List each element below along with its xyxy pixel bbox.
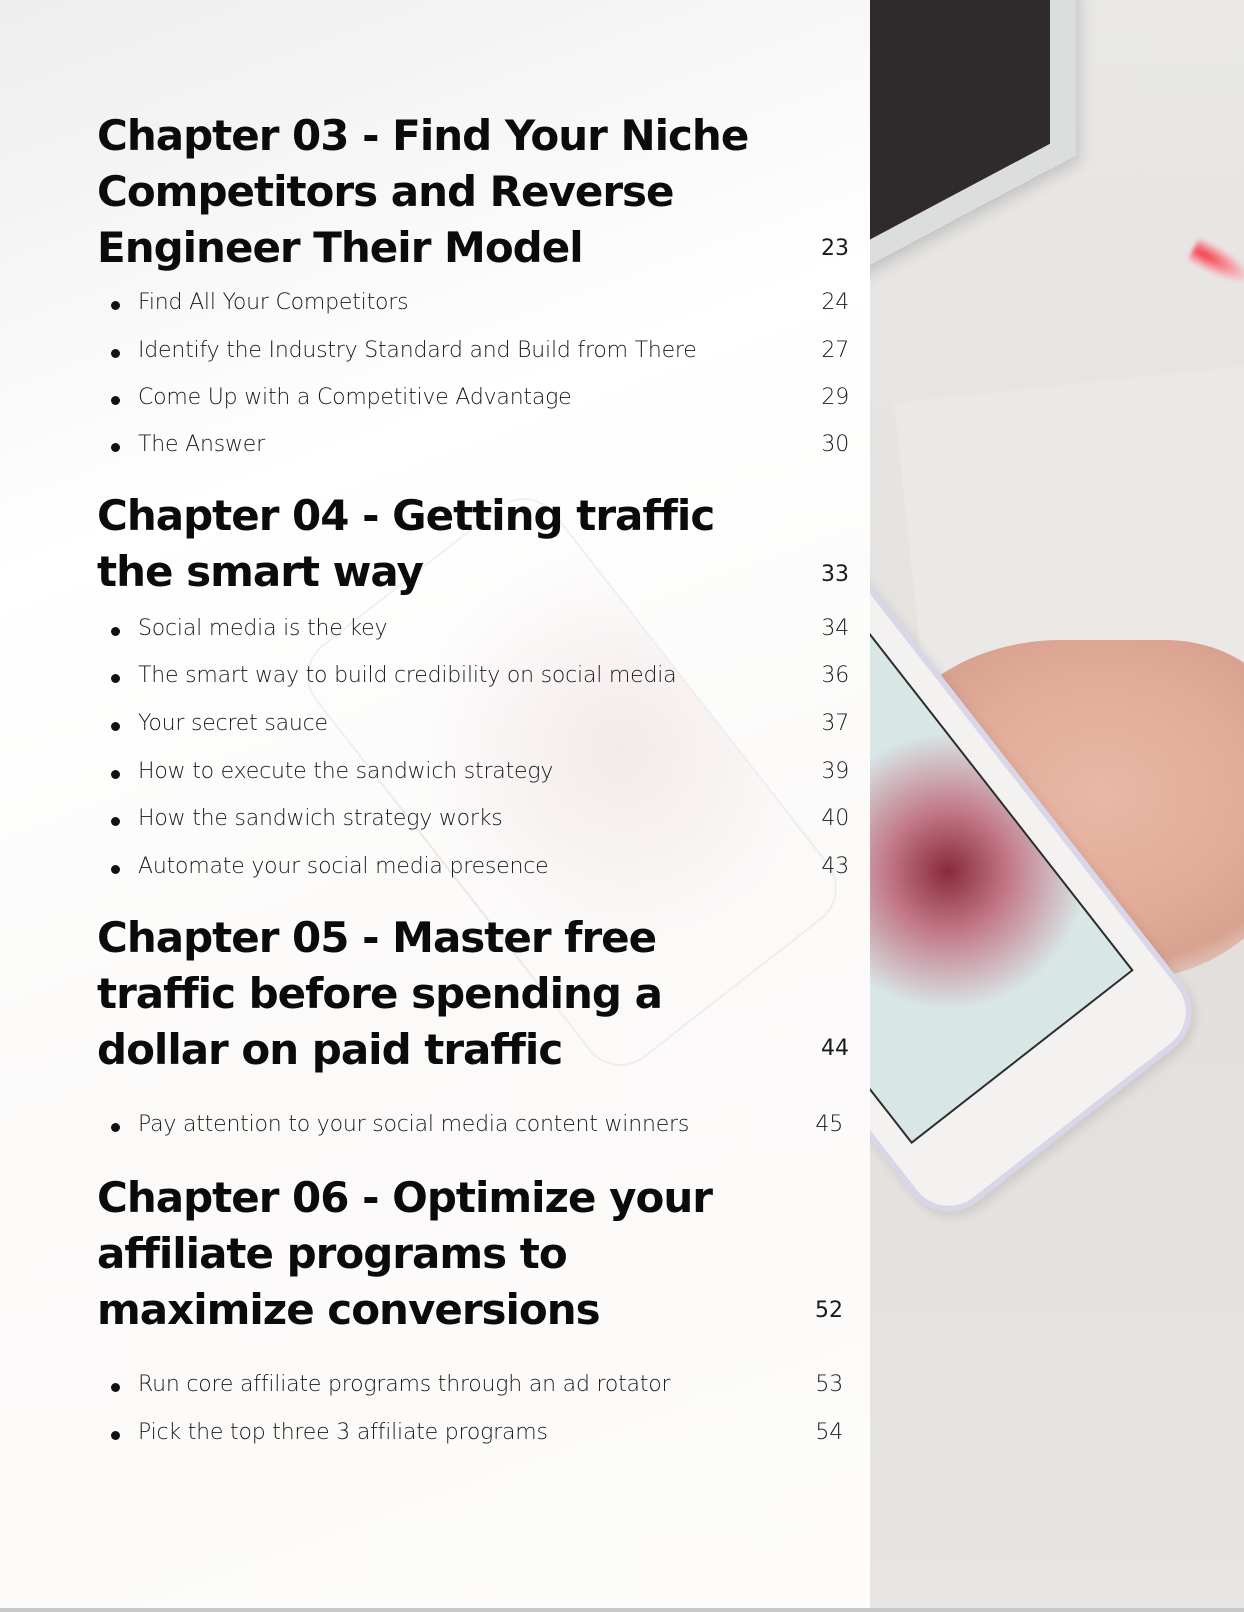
toc-item[interactable]: Your secret sauce 37 xyxy=(111,711,857,741)
toc-item-label[interactable]: Find All Your Competitors xyxy=(138,290,409,315)
toc-chapter[interactable]: Chapter 03 - Find Your Niche Competitors… xyxy=(97,108,857,276)
photo-tablet xyxy=(870,0,1076,277)
toc-item[interactable]: The smart way to build credibility on so… xyxy=(111,663,857,693)
bullet-icon xyxy=(111,349,120,358)
toc-item-page: 40 xyxy=(821,806,849,831)
bullet-icon xyxy=(111,1123,120,1132)
bullet-icon xyxy=(111,1383,120,1392)
toc-item-page: 45 xyxy=(815,1112,843,1137)
chapter-title[interactable]: Chapter 03 - Find Your Niche Competitors… xyxy=(97,108,777,276)
toc-item-page: 53 xyxy=(815,1372,843,1397)
bullet-icon xyxy=(111,1431,120,1440)
chapter-title[interactable]: Chapter 04 - Getting traffic the smart w… xyxy=(97,488,777,600)
toc-item[interactable]: How to execute the sandwich strategy 39 xyxy=(111,759,857,789)
page-bottom-edge xyxy=(0,1608,1244,1612)
decorative-photo-panel xyxy=(870,0,1244,1608)
bullet-icon xyxy=(111,627,120,636)
toc-item-label[interactable]: Your secret sauce xyxy=(138,711,328,736)
bullet-icon xyxy=(111,865,120,874)
toc-item[interactable]: Find All Your Competitors 24 xyxy=(111,290,857,320)
toc-item-label[interactable]: The smart way to build credibility on so… xyxy=(138,663,677,688)
toc-item-label[interactable]: Automate your social media presence xyxy=(138,854,549,879)
toc-item-label[interactable]: Social media is the key xyxy=(138,616,388,641)
bullet-icon xyxy=(111,396,120,405)
toc-item[interactable]: Pick the top three 3 affiliate programs … xyxy=(111,1420,857,1450)
toc-item-page: 54 xyxy=(815,1420,843,1445)
toc-chapter[interactable]: Chapter 05 - Master free traffic before … xyxy=(97,910,857,1078)
toc-item-label[interactable]: Identify the Industry Standard and Build… xyxy=(138,338,697,363)
toc-item-label[interactable]: Come Up with a Competitive Advantage xyxy=(138,385,572,410)
toc-item-page: 39 xyxy=(821,759,849,784)
toc-item[interactable]: The Answer 30 xyxy=(111,432,857,462)
chapter-page-number: 23 xyxy=(821,236,849,261)
toc-item[interactable]: Automate your social media presence 43 xyxy=(111,854,857,884)
chapter-title[interactable]: Chapter 05 - Master free traffic before … xyxy=(97,910,777,1078)
chapter-page-number: 33 xyxy=(821,562,849,587)
bullet-icon xyxy=(111,817,120,826)
bullet-icon xyxy=(111,301,120,310)
chapter-page-number: 44 xyxy=(821,1036,849,1061)
toc-item[interactable]: Social media is the key 34 xyxy=(111,616,857,646)
toc-item[interactable]: Come Up with a Competitive Advantage 29 xyxy=(111,385,857,415)
chapter-title[interactable]: Chapter 06 - Optimize your affiliate pro… xyxy=(97,1170,777,1338)
toc-chapter[interactable]: Chapter 04 - Getting traffic the smart w… xyxy=(97,488,857,600)
toc-item-page: 37 xyxy=(821,711,849,736)
toc-item-label[interactable]: How the sandwich strategy works xyxy=(138,806,503,831)
toc-item[interactable]: Pay attention to your social media conte… xyxy=(111,1112,857,1142)
toc-item[interactable]: How the sandwich strategy works 40 xyxy=(111,806,857,836)
toc-item-label[interactable]: The Answer xyxy=(138,432,265,457)
toc-item[interactable]: Run core affiliate programs through an a… xyxy=(111,1372,857,1402)
bullet-icon xyxy=(111,722,120,731)
toc-chapter[interactable]: Chapter 06 - Optimize your affiliate pro… xyxy=(97,1170,857,1338)
toc-item-page: 29 xyxy=(821,385,849,410)
toc-item-label[interactable]: How to execute the sandwich strategy xyxy=(138,759,553,784)
toc-item-page: 24 xyxy=(821,290,849,315)
bullet-icon xyxy=(111,770,120,779)
toc-item-page: 36 xyxy=(821,663,849,688)
photo-red-pen xyxy=(1187,237,1244,289)
toc-page: Chapter 03 - Find Your Niche Competitors… xyxy=(0,0,870,1608)
toc-item-page: 43 xyxy=(821,854,849,879)
toc-item[interactable]: Identify the Industry Standard and Build… xyxy=(111,338,857,368)
toc-item-page: 27 xyxy=(821,338,849,363)
toc-item-label[interactable]: Run core affiliate programs through an a… xyxy=(138,1372,671,1397)
toc-item-page: 34 xyxy=(821,616,849,641)
toc-item-page: 30 xyxy=(821,432,849,457)
bullet-icon xyxy=(111,674,120,683)
bullet-icon xyxy=(111,443,120,452)
toc-item-label[interactable]: Pick the top three 3 affiliate programs xyxy=(138,1420,548,1445)
toc-item-label[interactable]: Pay attention to your social media conte… xyxy=(138,1112,689,1137)
chapter-page-number: 52 xyxy=(815,1298,843,1323)
